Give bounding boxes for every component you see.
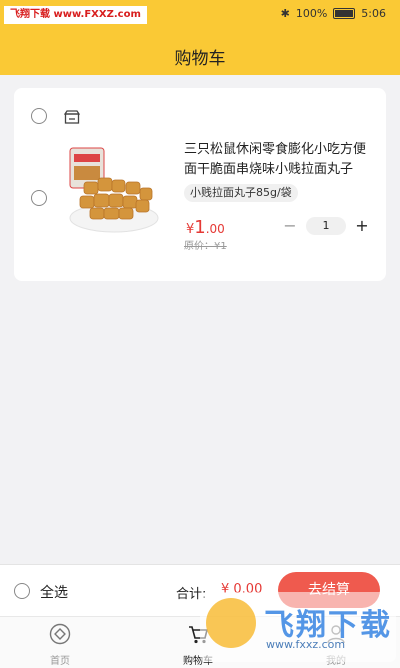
select-all-radio[interactable] — [14, 583, 30, 599]
item-select-radio[interactable] — [31, 190, 47, 206]
battery-percent: 100% — [295, 7, 328, 20]
price-integer: 1 — [194, 217, 206, 238]
status-bar: ✱ 100% 5:06 — [281, 7, 386, 20]
watermark-url: www.fxxz.com — [266, 638, 346, 651]
store-select-radio[interactable] — [31, 108, 47, 124]
watermark-overlay: 飞翔下载 www.fxxz.com — [200, 592, 396, 662]
increase-button[interactable]: + — [354, 216, 370, 235]
quantity-stepper: − 1 + — [282, 216, 370, 235]
original-price: 原价：¥1 — [184, 241, 227, 252]
page-title: 购物车 — [174, 49, 226, 69]
store-icon — [64, 110, 80, 124]
cart-store-card: 三只松鼠休闲零食膨化小吃方便面干脆面串烧味小贱拉面丸子 小贱拉面丸子85g/袋 … — [14, 88, 386, 281]
select-all-label[interactable]: 全选 — [40, 582, 68, 602]
tab-home[interactable]: 首页 — [25, 623, 95, 667]
product-price: ¥1.00 — [186, 217, 225, 238]
product-name[interactable]: 三只松鼠休闲零食膨化小吃方便面干脆面串烧味小贱拉面丸子 — [184, 140, 374, 180]
tab-home-label: 首页 — [50, 656, 70, 667]
price-decimal: .00 — [205, 222, 225, 236]
watermark-logo — [206, 598, 256, 648]
decrease-button[interactable]: − — [282, 216, 298, 235]
status-watermark: 飞翔下载 www.FXXZ.com — [4, 6, 147, 24]
product-spec[interactable]: 小贱拉面丸子85g/袋 — [184, 184, 298, 202]
home-icon — [49, 623, 71, 645]
product-image[interactable] — [66, 144, 160, 238]
status-time: 5:06 — [361, 7, 386, 20]
quantity-field[interactable]: 1 — [306, 216, 346, 235]
bluetooth-icon: ✱ — [280, 7, 290, 20]
top-header: 飞翔下载 www.FXXZ.com ✱ 100% 5:06 购物车 — [0, 0, 400, 75]
battery-icon — [333, 8, 356, 19]
